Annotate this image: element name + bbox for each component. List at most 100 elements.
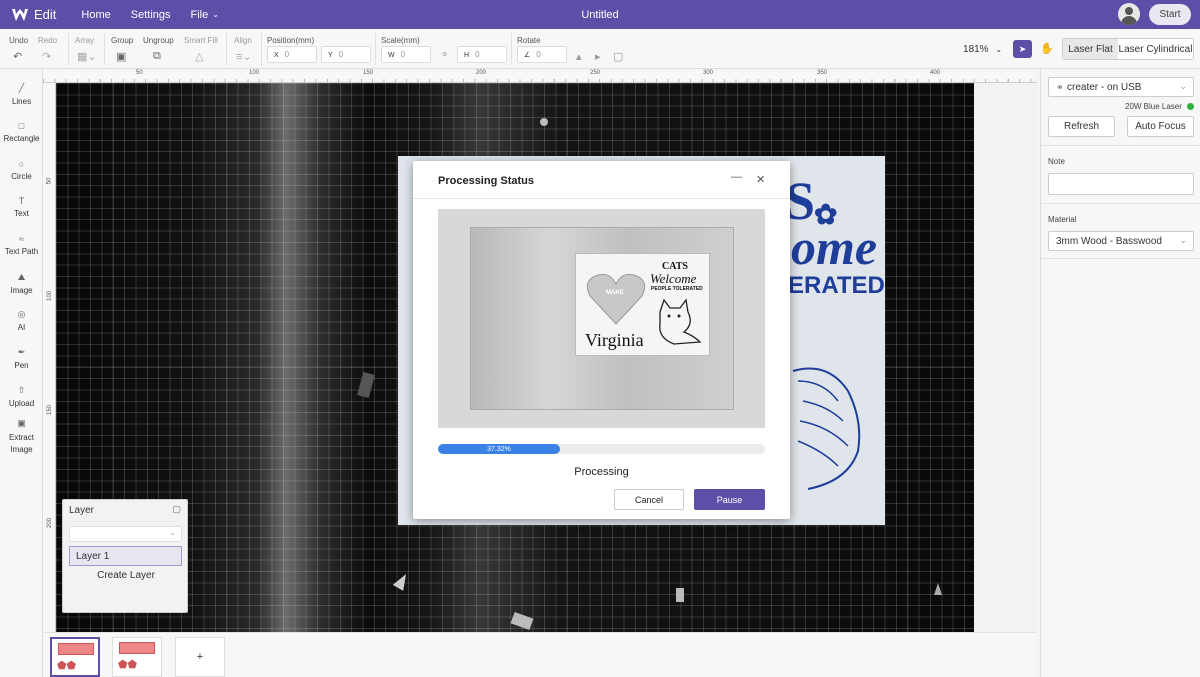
zoom-value: 181%: [963, 44, 989, 55]
cancel-button[interactable]: Cancel: [614, 489, 684, 510]
tool-upload[interactable]: ⇧ Upload: [0, 385, 43, 408]
x-key: X: [274, 52, 279, 59]
y-key: Y: [328, 52, 333, 59]
redo-label: Redo: [38, 36, 58, 45]
note-input[interactable]: [1048, 173, 1194, 195]
device-name: creater - on USB: [1067, 82, 1142, 93]
ruler-top: 50 100 150 200 250 300 350 400: [43, 69, 1037, 83]
tool-ai[interactable]: ◎ AI: [0, 309, 43, 332]
tool-pen[interactable]: ✒ Pen: [0, 347, 43, 370]
auto-focus-button[interactable]: Auto Focus: [1127, 116, 1194, 137]
tool-text-path[interactable]: ≈ Text Path: [0, 234, 43, 256]
chevron-down-icon: ⌄: [212, 10, 219, 19]
ruler-top-label: 100: [249, 70, 260, 76]
position-x-field[interactable]: X0: [267, 46, 317, 63]
align-icon[interactable]: ≡⌄: [236, 50, 252, 63]
flip-vertical-icon[interactable]: ▸: [595, 50, 601, 63]
tool-circle[interactable]: ○ Circle: [0, 159, 43, 181]
page-thumbnail[interactable]: ⬟⬟: [50, 637, 100, 677]
create-layer-button[interactable]: Create Layer: [63, 570, 189, 581]
processing-dialog: Processing Status — ✕ MAKE CATS Welcome …: [413, 161, 790, 519]
align-label: Align: [234, 36, 252, 45]
scale-label: Scale(mm): [381, 36, 420, 45]
lines-icon: ╱: [18, 83, 25, 93]
select-tool-button[interactable]: ➤: [1013, 40, 1032, 58]
group-icon[interactable]: ▣: [116, 50, 126, 63]
chevron-down-icon: ⌄: [1179, 81, 1187, 91]
ruler-left: 50 100 150 200: [43, 83, 56, 632]
tool-lines-label: Lines: [11, 97, 32, 106]
text-icon: T: [18, 196, 25, 206]
rotate-field[interactable]: ∠ 0: [517, 46, 567, 63]
array-icon[interactable]: ▦⌄: [77, 50, 97, 63]
start-button[interactable]: Start: [1149, 4, 1191, 25]
scale-h-field[interactable]: H0: [457, 46, 507, 63]
avatar[interactable]: [1118, 3, 1140, 25]
page-thumbnail[interactable]: ⬟⬟: [112, 637, 162, 677]
redo-icon[interactable]: ↷: [42, 50, 51, 63]
position-y-field[interactable]: Y0: [321, 46, 371, 63]
tool-circle-label: Circle: [11, 172, 32, 181]
close-icon[interactable]: ✕: [756, 173, 765, 186]
material-select[interactable]: 3mm Wood - Basswood ⌄: [1048, 231, 1194, 251]
h-key: H: [464, 52, 470, 59]
layer-filter-select[interactable]: ⌄: [69, 526, 182, 542]
tool-extract-image[interactable]: ▣ Extract Image: [0, 417, 43, 456]
ruler-top-label: 300: [703, 70, 714, 76]
engraved-sign: MAKE CATS Welcome PEOPLE TOLERATED Virgi…: [575, 253, 710, 356]
pentagon-icon: ⬟⬟: [118, 659, 138, 671]
tool-lines[interactable]: ╱ Lines: [0, 83, 43, 106]
processing-status-text: Processing: [574, 466, 629, 478]
tool-extract-image-label: Extract Image: [9, 433, 34, 454]
tool-text-path-label: Text Path: [4, 247, 39, 256]
laser-module-name: 20W Blue Laser: [1125, 102, 1182, 111]
refresh-button[interactable]: Refresh: [1048, 116, 1115, 137]
zoom-select[interactable]: 181% ⌄: [963, 44, 1002, 55]
collapse-icon[interactable]: ▢: [172, 504, 181, 515]
nav-file[interactable]: File ⌄: [191, 9, 219, 21]
nav-settings[interactable]: Settings: [131, 9, 171, 21]
ruler-left-label: 200: [47, 517, 54, 529]
position-label: Position(mm): [267, 36, 315, 45]
top-bar: Edit Home Settings File ⌄ Untitled Start: [0, 0, 1200, 29]
array-label: Array: [75, 36, 95, 45]
note-label: Note: [1048, 157, 1065, 166]
image-icon: ⛰: [17, 272, 26, 282]
flip-horizontal-icon[interactable]: ▴: [576, 50, 582, 63]
rotate-angle-icon: ∠: [524, 52, 531, 59]
hand-tool-icon[interactable]: ✋: [1040, 42, 1054, 55]
upload-icon: ⇧: [17, 385, 26, 395]
tool-rectangle[interactable]: □ Rectangle: [0, 121, 43, 143]
undo-icon[interactable]: ↶: [13, 50, 22, 63]
laser-flat-tab[interactable]: Laser Flat: [1063, 39, 1118, 59]
ruler-top-label: 50: [136, 70, 143, 76]
sign-name-text: Virginia: [585, 330, 644, 350]
tool-rectangle-label: Rectangle: [3, 134, 40, 143]
ruler-top-label: 400: [930, 70, 941, 76]
minimize-icon[interactable]: —: [731, 171, 742, 183]
debris-shape: [357, 371, 375, 399]
device-select[interactable]: ⚭ creater - on USB ⌄: [1048, 77, 1194, 97]
layer-item[interactable]: Layer 1: [69, 546, 182, 566]
tool-image[interactable]: ⛰ Image: [0, 272, 43, 295]
undo-label: Undo: [9, 36, 29, 45]
rotate-value: 0: [536, 50, 541, 59]
nav-home[interactable]: Home: [81, 9, 110, 21]
dialog-title: Processing Status: [438, 175, 534, 187]
smart-fill-icon[interactable]: △: [195, 50, 203, 63]
sign-welcome-text: Welcome: [650, 271, 697, 286]
progress-percent: 37.32%: [487, 445, 511, 453]
ruler-top-label: 150: [363, 70, 374, 76]
pause-button[interactable]: Pause: [694, 489, 765, 510]
add-page-button[interactable]: +: [175, 637, 225, 677]
lock-ratio-icon[interactable]: ⚬: [440, 48, 449, 61]
ungroup-icon[interactable]: ⧉: [153, 50, 161, 63]
tool-upload-label: Upload: [8, 399, 35, 408]
sign-tolerated-text: PEOPLE TOLERATED: [651, 286, 703, 292]
laser-cylindrical-tab[interactable]: Laser Cylindrical: [1118, 39, 1193, 59]
tool-text[interactable]: T Text: [0, 196, 43, 218]
scale-w-field[interactable]: W0: [381, 46, 431, 63]
app-logo[interactable]: Edit: [12, 7, 56, 22]
arrange-icon[interactable]: ▢: [613, 50, 623, 63]
ruler-left-label: 50: [46, 177, 53, 185]
